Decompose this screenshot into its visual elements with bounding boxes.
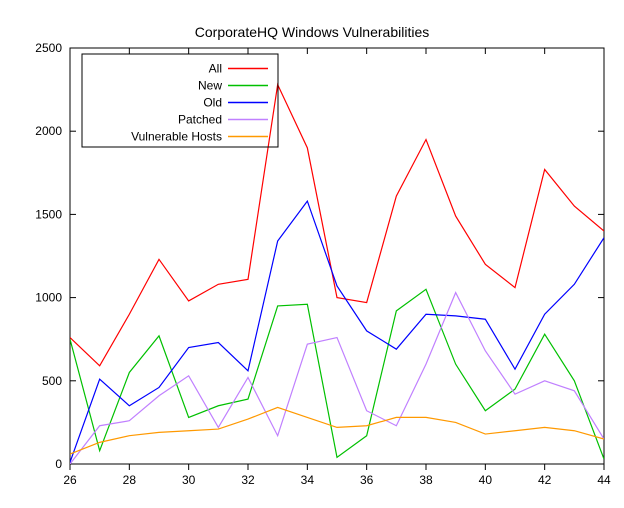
- legend-label: Patched: [178, 113, 222, 127]
- y-tick-label: 1500: [35, 207, 62, 221]
- series-line: [70, 85, 604, 366]
- x-tick-label: 44: [597, 473, 611, 487]
- chart-svg: 26 28 30 32 34 36 38 40 42 44 0 500 1000 1500 2000 2500…: [0, 0, 624, 508]
- y-tick-label: 2000: [35, 124, 62, 138]
- y-tick-label: 1000: [35, 291, 62, 305]
- x-tick-label: 32: [241, 473, 255, 487]
- x-tick-label: 34: [301, 473, 315, 487]
- legend-label: New: [198, 79, 222, 93]
- x-tick-label: 42: [538, 473, 552, 487]
- y-tick-label: 500: [42, 374, 62, 388]
- series-line: [70, 407, 604, 454]
- series-line: [70, 293, 604, 464]
- x-tick-label: 36: [360, 473, 374, 487]
- series-line: [70, 201, 604, 462]
- x-tick-label: 38: [419, 473, 433, 487]
- x-tick-label: 28: [123, 473, 137, 487]
- chart-container: CorporateHQ Windows Vulnerabilities 2628…: [0, 0, 624, 508]
- x-tick-label: 40: [479, 473, 493, 487]
- legend-label: Vulnerable Hosts: [131, 130, 222, 144]
- legend-label: Old: [203, 96, 222, 110]
- x-tick-label: 26: [63, 473, 77, 487]
- plot-border: [70, 48, 604, 464]
- y-tick-label: 2500: [35, 41, 62, 55]
- y-tick-label: 0: [55, 457, 62, 471]
- x-tick-label: 30: [182, 473, 196, 487]
- legend-label: All: [209, 62, 222, 76]
